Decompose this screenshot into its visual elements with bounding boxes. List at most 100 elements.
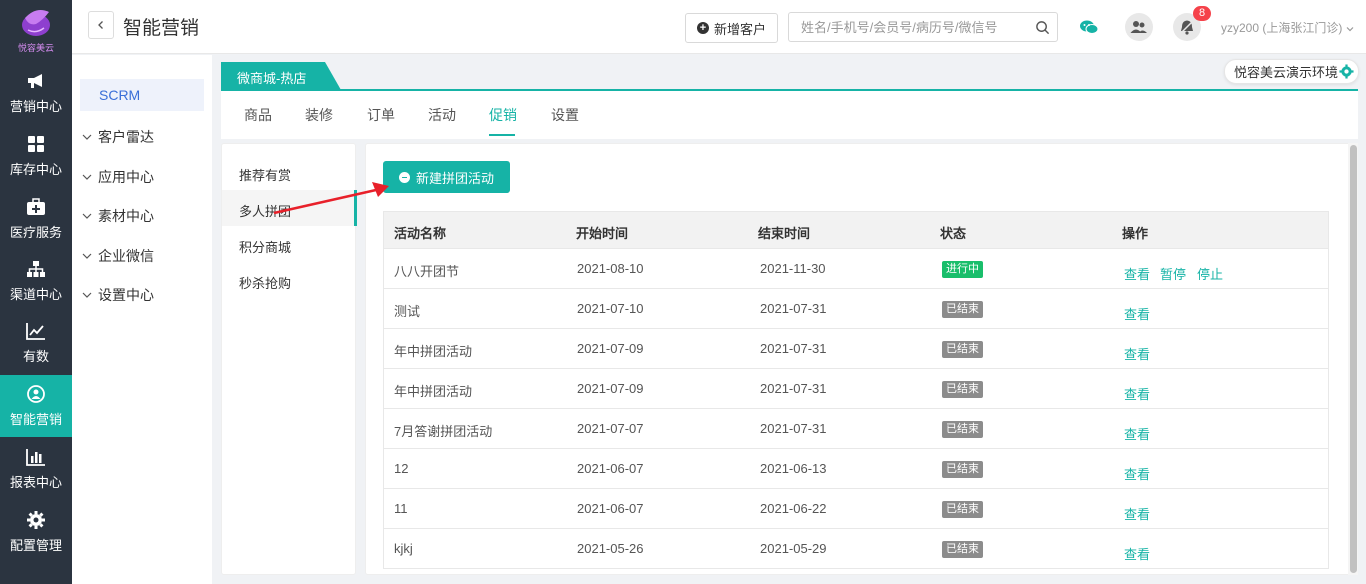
col-end-header: 结束时间 <box>758 226 811 241</box>
rail-item-6[interactable]: 报表中心 <box>0 438 72 500</box>
submenu-item-4[interactable]: 设置中心 <box>82 285 154 305</box>
submenu-item-1[interactable]: 应用中心 <box>82 167 154 187</box>
action-link-0[interactable]: 查看 <box>1124 504 1150 523</box>
promo-item-3[interactable]: 秒杀抢购 <box>239 273 291 292</box>
search-icon[interactable] <box>1035 20 1050 35</box>
promo-item-0[interactable]: 推荐有赏 <box>239 165 291 184</box>
notification-badge: 8 <box>1193 6 1211 21</box>
status-badge: 已结束 <box>942 381 983 398</box>
chevron-down-icon <box>82 134 92 140</box>
store-nav-bar: 商品 装修 订单 活动 促销 设置 <box>221 91 1358 139</box>
back-button[interactable] <box>88 11 114 39</box>
promo-item-1[interactable]: 多人拼团 <box>239 201 291 220</box>
store-tab[interactable]: 微商城-热店 <box>237 68 306 87</box>
rail-item-3[interactable]: 渠道中心 <box>0 250 72 312</box>
chevron-left-icon <box>98 21 103 29</box>
tab-3[interactable]: 活动 <box>428 105 456 125</box>
submenu-item-label: 素材中心 <box>98 208 154 224</box>
action-link-0[interactable]: 查看 <box>1124 264 1150 283</box>
submenu-item-0[interactable]: 客户雷达 <box>82 127 154 147</box>
store-nav-area: 微商城-热店 商品 装修 订单 活动 促销 设置 <box>221 62 1358 139</box>
table-header: 活动名称 开始时间 结束时间 状态 操作 <box>383 211 1329 249</box>
plus-circle-icon: + <box>696 22 709 34</box>
scrollbar-thumb[interactable] <box>1350 145 1357 573</box>
activity-name: 测试 <box>394 304 421 319</box>
action-link-0[interactable]: 查看 <box>1124 344 1150 363</box>
end-time: 2021-07-31 <box>760 301 827 316</box>
user-label: yzy200 (上海张江门诊) <box>1221 21 1343 35</box>
table-row: 年中拼团活动 2021-07-09 2021-07-31 已结束 查看 <box>383 369 1329 409</box>
end-time: 2021-07-31 <box>760 381 827 396</box>
submenu-item-label: 设置中心 <box>98 287 154 303</box>
table-row: 7月答谢拼团活动 2021-07-07 2021-07-31 已结束 查看 <box>383 409 1329 449</box>
action-link-0[interactable]: 查看 <box>1124 424 1150 443</box>
status-badge: 已结束 <box>942 541 983 558</box>
table-row: 年中拼团活动 2021-07-09 2021-07-31 已结束 查看 <box>383 329 1329 369</box>
chevron-down-icon <box>82 213 92 219</box>
tab-4[interactable]: 促销 <box>489 105 517 125</box>
action-link-1[interactable]: 暂停 <box>1160 264 1186 283</box>
tab-2[interactable]: 订单 <box>367 105 395 125</box>
activity-name: 7月答谢拼团活动 <box>394 424 493 439</box>
environment-label[interactable]: 悦容美云演示环境 <box>1224 59 1359 84</box>
status-badge: 已结束 <box>942 341 983 358</box>
activity-name: 11 <box>394 501 408 516</box>
end-time: 2021-07-31 <box>760 421 827 436</box>
rail-item-5[interactable]: 智能营销 <box>0 375 72 437</box>
table-row: kjkj 2021-05-26 2021-05-29 已结束 查看 <box>383 529 1329 569</box>
status-badge: 进行中 <box>942 261 983 278</box>
app-logo[interactable]: 悦容美云 <box>0 0 72 62</box>
promotion-menu: 推荐有赏多人拼团积分商城秒杀抢购 <box>221 143 357 575</box>
submenu-item-3[interactable]: 企业微信 <box>82 246 154 266</box>
activity-name: 年中拼团活动 <box>394 384 473 399</box>
start-time: 2021-07-09 <box>577 381 644 396</box>
rail-item-7[interactable]: 配置管理 <box>0 501 72 563</box>
start-time: 2021-06-07 <box>577 501 644 516</box>
col-actions-header: 操作 <box>1122 226 1149 241</box>
promo-item-2[interactable]: 积分商城 <box>239 237 291 256</box>
main-nav-rail: 悦容美云 营销中心 库存中心 医疗服务 渠道中心有数智能营销报表中心配置管理 <box>0 0 72 584</box>
wechat-icon[interactable] <box>1075 13 1103 41</box>
action-link-0[interactable]: 查看 <box>1124 384 1150 403</box>
gear-icon[interactable] <box>1339 64 1354 79</box>
rail-item-2[interactable]: 医疗服务 <box>0 188 72 250</box>
new-group-buy-label: 新建拼团活动 <box>415 170 494 186</box>
action-link-0[interactable]: 查看 <box>1124 464 1150 483</box>
submenu-item-label: 客户雷达 <box>98 129 154 145</box>
team-icon[interactable] <box>1125 13 1153 41</box>
new-group-buy-button[interactable]: – 新建拼团活动 <box>383 161 510 193</box>
rail-item-1[interactable]: 库存中心 <box>0 125 72 187</box>
action-link-2[interactable]: 停止 <box>1197 264 1223 283</box>
activity-name: 12 <box>394 461 409 476</box>
promo-active-indicator <box>354 190 357 226</box>
bar-chart-icon <box>26 447 46 467</box>
rail-item-label: 有数 <box>22 349 49 364</box>
col-start-header: 开始时间 <box>576 226 629 241</box>
tab-1[interactable]: 装修 <box>305 105 333 125</box>
action-link-0[interactable]: 查看 <box>1124 304 1150 323</box>
new-customer-button[interactable]: + 新增客户 <box>685 13 778 43</box>
page-title: 智能营销 <box>123 18 200 39</box>
tab-5[interactable]: 设置 <box>551 105 579 125</box>
end-time: 2021-05-29 <box>760 541 827 556</box>
activity-name: 年中拼团活动 <box>394 344 473 359</box>
chevron-down-icon <box>82 174 92 180</box>
tab-0[interactable]: 商品 <box>244 105 272 125</box>
status-badge: 已结束 <box>942 421 983 438</box>
end-time: 2021-06-22 <box>760 501 827 516</box>
action-link-0[interactable]: 查看 <box>1124 544 1150 563</box>
activity-name: kjkj <box>394 541 413 556</box>
rail-item-4[interactable]: 有数 <box>0 312 72 374</box>
user-menu[interactable]: yzy200 (上海张江门诊) <box>1221 19 1354 36</box>
start-time: 2021-06-07 <box>577 461 644 476</box>
rail-item-label: 智能营销 <box>9 412 62 427</box>
submenu-item-scrm[interactable]: SCRM <box>80 79 204 111</box>
search-input[interactable] <box>789 13 1025 41</box>
rail-item-label: 报表中心 <box>9 475 62 490</box>
start-time: 2021-07-10 <box>577 301 644 316</box>
chevron-down-icon <box>82 253 92 259</box>
rail-item-0[interactable]: 营销中心 <box>0 62 72 124</box>
submenu-item-2[interactable]: 素材中心 <box>82 206 154 226</box>
table-row: 11 2021-06-07 2021-06-22 已结束 查看 <box>383 489 1329 529</box>
start-time: 2021-08-10 <box>577 261 644 276</box>
